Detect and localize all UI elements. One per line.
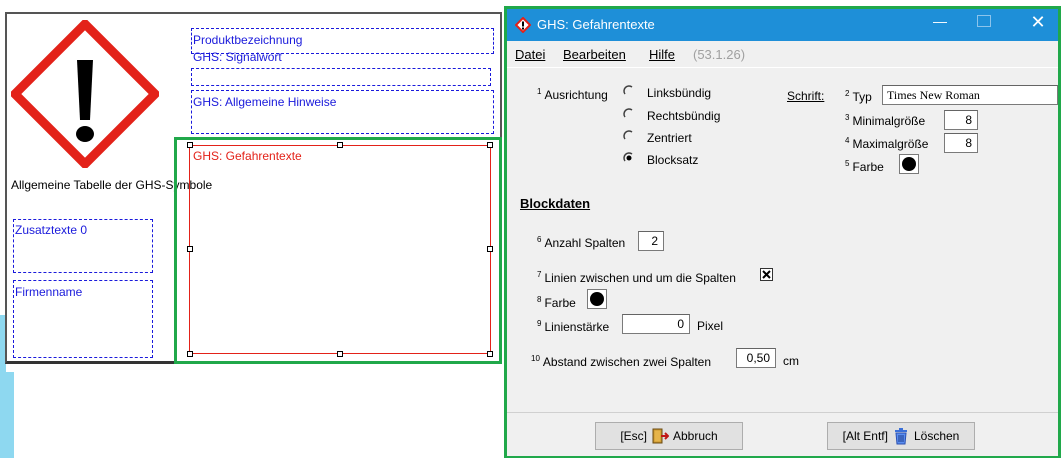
resize-handle-sw[interactable] [187, 351, 193, 357]
minimize-button[interactable]: — [925, 13, 955, 35]
color-swatch-icon [590, 292, 604, 306]
resize-handle-nw[interactable] [187, 142, 193, 148]
color-swatch-icon [902, 157, 916, 171]
resize-handle-e[interactable] [487, 246, 493, 252]
min-size-label: 3 Minimalgröße [845, 113, 926, 128]
exit-door-icon [652, 428, 669, 444]
radio-zentriert[interactable] [623, 130, 635, 142]
signal-word-label: GHS: Signalwort [193, 50, 282, 64]
line-width-label: 9 Linienstärke [537, 319, 610, 334]
resize-handle-n[interactable] [337, 142, 343, 148]
line-color-picker[interactable] [587, 289, 607, 309]
column-gap-label: 10 Abstand zwischen zwei Spalten [531, 354, 711, 369]
menu-hilfe[interactable]: Hilfe [649, 47, 675, 62]
signal-word-field[interactable] [191, 68, 491, 86]
delete-button[interactable]: [Alt Entf] Löschen [827, 422, 975, 450]
company-name-label: Firmenname [15, 285, 83, 299]
max-size-label: 4 Maximalgröße [845, 136, 929, 151]
column-lines-label: 7 Linien zwischen und um die Spalten [537, 270, 736, 285]
line-color-label: 8 Farbe [537, 295, 576, 310]
option-blocksatz-label: Blocksatz [647, 153, 699, 167]
version-label: (53.1.26) [693, 47, 746, 62]
cancel-button[interactable]: [Esc] Abbruch [595, 422, 743, 450]
line-width-unit: Pixel [697, 319, 724, 333]
ghs-app-icon [515, 17, 531, 33]
title-bar[interactable]: GHS: Gefahrentexte — ✕ [507, 9, 1058, 41]
resize-handle-w[interactable] [187, 246, 193, 252]
product-name-label: Produktbezeichnung [193, 33, 303, 47]
window-title: GHS: Gefahrentexte [537, 17, 655, 32]
maximize-button[interactable] [977, 15, 991, 27]
line-width-field[interactable]: 0 [622, 314, 690, 334]
hazard-texts-block[interactable] [189, 145, 491, 354]
button-bar: [Esc] Abbruch [Alt Entf] Löschen [507, 412, 1058, 456]
menu-bar: Datei Bearbeiten Hilfe (53.1.26) [507, 41, 1058, 68]
canvas-edge-highlight [0, 372, 14, 458]
font-color-label: 5 Farbe [845, 159, 884, 174]
extra-texts-label: Zusatztexte 0 [15, 223, 88, 237]
alignment-label: 1 Ausrichtung [537, 87, 608, 102]
font-type-label: 2 Typ [845, 89, 872, 104]
radio-rechtsbuendig[interactable] [623, 108, 635, 120]
radio-linksbuendig[interactable] [623, 85, 635, 97]
radio-blocksatz[interactable] [623, 152, 635, 164]
font-color-picker[interactable] [899, 154, 919, 174]
resize-handle-ne[interactable] [487, 142, 493, 148]
font-type-field[interactable]: Times New Roman [882, 85, 1058, 105]
ghs-exclamation-pictogram[interactable] [11, 20, 159, 168]
block-data-heading: Blockdaten [520, 196, 591, 211]
hazard-texts-label: GHS: Gefahrentexte [193, 149, 302, 163]
column-count-field[interactable]: 2 [638, 231, 664, 251]
resize-handle-se[interactable] [487, 351, 493, 357]
general-hints-label: GHS: Allgemeine Hinweise [193, 95, 337, 109]
close-button[interactable]: ✕ [1025, 12, 1051, 36]
option-rechtsbuendig-label: Rechtsbündig [647, 109, 721, 123]
menu-datei[interactable]: Datei [515, 47, 545, 62]
option-zentriert-label: Zentriert [647, 131, 692, 145]
min-size-field[interactable]: 8 [944, 110, 978, 130]
max-size-field[interactable]: 8 [944, 133, 978, 153]
column-lines-checkbox[interactable] [760, 268, 773, 281]
menu-bearbeiten[interactable]: Bearbeiten [563, 47, 626, 62]
column-count-label: 6 Anzahl Spalten [537, 235, 626, 250]
font-section-label: Schrift: [787, 89, 825, 103]
close-icon: ✕ [1030, 12, 1046, 32]
option-linksbuendig-label: Linksbündig [647, 86, 712, 100]
resize-handle-s[interactable] [337, 351, 343, 357]
design-canvas[interactable]: Produktbezeichnung GHS: Signalwort GHS: … [0, 0, 504, 458]
hazard-texts-dialog: GHS: Gefahrentexte — ✕ Datei Bearbeiten … [504, 6, 1061, 458]
column-gap-field[interactable]: 0,50 [736, 348, 776, 368]
column-gap-unit: cm [783, 354, 799, 368]
minimize-icon: — [933, 13, 947, 29]
trash-icon [894, 428, 907, 445]
